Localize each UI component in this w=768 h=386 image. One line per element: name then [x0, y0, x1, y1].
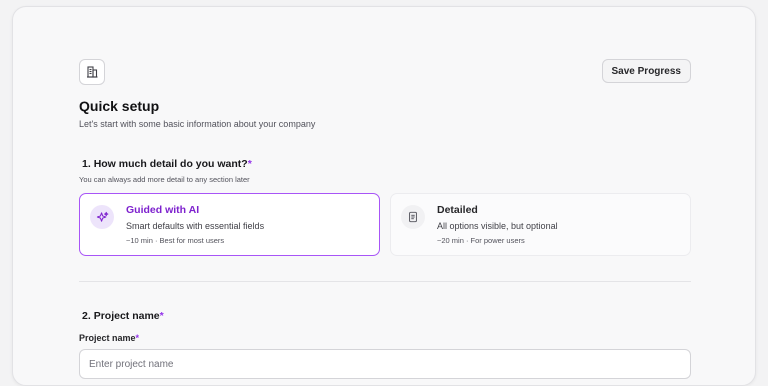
section-divider [79, 281, 691, 282]
option-description: All options visible, but optional [437, 221, 558, 231]
option-detailed[interactable]: Detailed All options visible, but option… [390, 193, 691, 256]
required-mark: * [159, 310, 164, 322]
project-name-input[interactable] [79, 349, 691, 379]
required-mark: * [247, 158, 252, 170]
option-title: Detailed [437, 204, 478, 216]
save-progress-button[interactable]: Save Progress [601, 59, 691, 83]
question-2-title: 2. Project name* [82, 310, 164, 322]
document-icon [409, 211, 417, 223]
option-meta: ~20 min · For power users [437, 236, 525, 245]
project-name-label: Project name* [79, 333, 139, 343]
question-1-number: 1. [82, 158, 91, 170]
question-1-title: 1. How much detail do you want?* [82, 158, 252, 170]
sparkles-icon [96, 211, 108, 222]
question-2-text: Project name [93, 310, 160, 322]
option-title: Guided with AI [126, 204, 200, 216]
required-mark: * [135, 333, 140, 343]
company-logo [79, 59, 105, 85]
option-meta: ~10 min · Best for most users [126, 236, 225, 245]
question-1-hint: You can always add more detail to any se… [79, 175, 250, 184]
option-description: Smart defaults with essential fields [126, 221, 265, 231]
option-icon-wrap [90, 205, 114, 229]
question-2-number: 2. [82, 310, 91, 322]
setup-window: Save Progress Quick setup Let's start wi… [12, 6, 756, 386]
option-icon-wrap [401, 205, 425, 229]
page-title: Quick setup [79, 98, 160, 114]
page-subtitle: Let's start with some basic information … [79, 119, 316, 129]
option-guided-with-ai[interactable]: Guided with AI Smart defaults with essen… [79, 193, 380, 256]
question-1-text: How much detail do you want? [93, 158, 248, 170]
project-name-label-text: Project name [79, 333, 136, 343]
building-icon [87, 66, 98, 78]
